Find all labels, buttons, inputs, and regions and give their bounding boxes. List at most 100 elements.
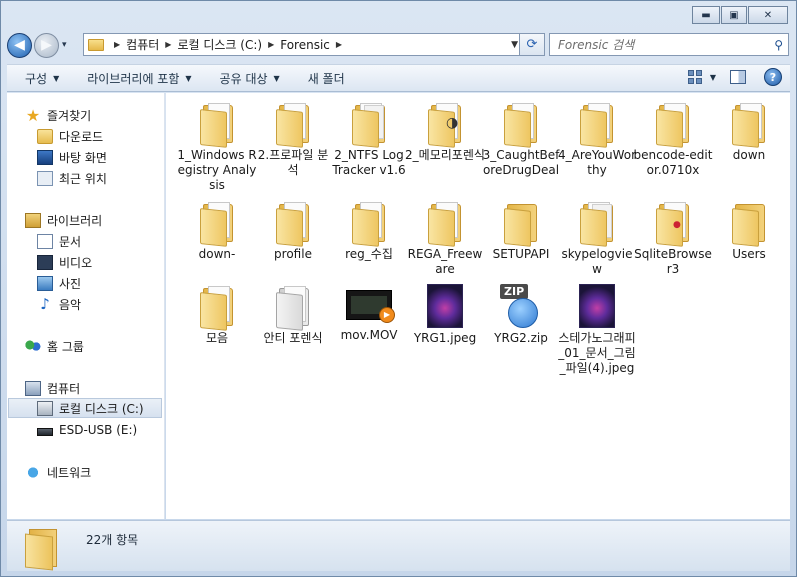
nav-network[interactable]: 네트워크 bbox=[25, 462, 91, 482]
organize-menu[interactable]: 구성 ▼ bbox=[7, 65, 69, 91]
nav-item-label: 최근 위치 bbox=[59, 171, 107, 186]
zip-badge: ZIP bbox=[500, 284, 529, 299]
address-bar[interactable]: ▶ 컴퓨터 ▶ 로컬 디스크 (C:) ▶ Forensic ▶ ▼ bbox=[83, 33, 523, 56]
nav-homegroup-label: 홈 그룹 bbox=[47, 339, 84, 354]
nav-item-downloads[interactable]: 다운로드 bbox=[37, 126, 103, 146]
item-label: 2_메모리포렌식 bbox=[405, 148, 485, 162]
usb-drive-icon bbox=[37, 427, 53, 436]
folder-item[interactable]: 1_Windows Registry Analysis bbox=[177, 101, 257, 193]
breadcrumb-forensic[interactable]: Forensic bbox=[280, 38, 330, 52]
folder-item[interactable]: bencode-editor.0710x bbox=[633, 101, 713, 178]
folder-icon bbox=[275, 101, 311, 148]
folder-item[interactable]: profile bbox=[253, 200, 333, 262]
file-item[interactable]: ▶ mov.MOV bbox=[329, 284, 409, 343]
nav-item-music[interactable]: ♪ 음악 bbox=[37, 294, 81, 314]
folder-item[interactable]: SETUPAPI bbox=[481, 200, 561, 262]
breadcrumb-computer[interactable]: 컴퓨터 bbox=[126, 36, 159, 53]
forward-arrow-icon: ▶ bbox=[41, 37, 52, 53]
folder-item[interactable]: down- bbox=[177, 200, 257, 262]
view-options-dropdown[interactable]: ▼ bbox=[710, 73, 716, 82]
nav-libraries-label: 라이브러리 bbox=[47, 213, 103, 228]
item-label: skypelogview bbox=[561, 247, 633, 276]
folder-item[interactable]: REGA_Freeware bbox=[405, 200, 485, 277]
folder-icon bbox=[503, 101, 539, 148]
file-list: 1_Windows Registry Analysis 2.프로파일 분석 2_… bbox=[166, 93, 790, 519]
nav-item-documents[interactable]: 문서 bbox=[37, 231, 81, 251]
nav-favorites[interactable]: ★ 즐겨찾기 bbox=[25, 105, 91, 125]
folder-icon bbox=[25, 527, 59, 571]
navigation-bar: ◀ ▶ ▾ ▶ 컴퓨터 ▶ 로컬 디스크 (C:) ▶ Forensic ▶ ▼… bbox=[7, 31, 789, 59]
folder-icon bbox=[579, 200, 615, 247]
breadcrumb-local-disk[interactable]: 로컬 디스크 (C:) bbox=[177, 36, 262, 53]
folder-item[interactable]: skypelogview bbox=[557, 200, 637, 277]
search-placeholder: Forensic 검색 bbox=[558, 38, 635, 52]
item-label: 2.프로파일 분석 bbox=[257, 148, 329, 177]
folder-item[interactable]: Users bbox=[709, 200, 789, 262]
nav-homegroup[interactable]: 홈 그룹 bbox=[25, 336, 84, 356]
breadcrumb-separator[interactable]: ▶ bbox=[268, 40, 274, 49]
folder-item[interactable]: ◑ 2_메모리포렌식 bbox=[405, 101, 485, 163]
image-file-icon bbox=[579, 284, 615, 328]
nav-computer[interactable]: 컴퓨터 bbox=[25, 378, 80, 398]
homegroup-icon bbox=[25, 338, 41, 354]
network-icon bbox=[25, 464, 41, 480]
item-label: bencode-editor.0710x bbox=[633, 148, 713, 177]
back-button[interactable]: ◀ bbox=[7, 32, 32, 58]
address-dropdown[interactable]: ▼ bbox=[511, 40, 518, 50]
folder-item[interactable]: 2.프로파일 분석 bbox=[253, 101, 333, 178]
new-folder-label: 새 폴더 bbox=[307, 71, 345, 86]
navigation-pane: ★ 즐겨찾기 다운로드 바탕 화면 최근 위치 라이브러리 문서 비디오 사진 ♪… bbox=[7, 93, 165, 519]
refresh-button[interactable]: ⟳ bbox=[519, 33, 545, 56]
nav-item-recent-places[interactable]: 최근 위치 bbox=[37, 168, 107, 188]
folder-item[interactable]: 2_NTFS Log Tracker v1.6 bbox=[329, 101, 409, 178]
file-item[interactable]: YRG1.jpeg bbox=[405, 284, 485, 346]
folder-item[interactable]: 모음 bbox=[177, 284, 257, 346]
change-view-icon[interactable] bbox=[687, 70, 702, 84]
breadcrumb-separator[interactable]: ▶ bbox=[165, 40, 171, 49]
folder-item[interactable]: 3_CaughtBeforeDrugDeal bbox=[481, 101, 561, 178]
folder-icon bbox=[275, 200, 311, 247]
item-label: REGA_Freeware bbox=[407, 247, 483, 276]
star-icon: ★ bbox=[25, 105, 41, 125]
new-folder-button[interactable]: 새 폴더 bbox=[290, 65, 355, 91]
include-in-library-menu[interactable]: 라이브러리에 포함 ▼ bbox=[69, 65, 201, 91]
nav-item-label: 바탕 화면 bbox=[59, 150, 107, 165]
help-label: ? bbox=[769, 70, 777, 84]
nav-item-pictures[interactable]: 사진 bbox=[37, 273, 81, 293]
folder-item[interactable]: down bbox=[709, 101, 789, 163]
nav-item-local-disk[interactable]: 로컬 디스크 (C:) bbox=[8, 398, 162, 418]
library-icon bbox=[25, 212, 41, 228]
file-item[interactable]: ZIP YRG2.zip bbox=[481, 284, 561, 346]
search-icon[interactable]: ⚲ bbox=[774, 38, 783, 52]
item-label: 1_Windows Registry Analysis bbox=[177, 148, 257, 192]
nav-item-label: 사진 bbox=[59, 276, 82, 291]
folder-item[interactable]: reg_수집 bbox=[329, 200, 409, 262]
item-count: 22개 항목 bbox=[86, 533, 139, 547]
folder-item[interactable]: 4_AreYouWorthy bbox=[557, 101, 637, 178]
item-label: 4_AreYouWorthy bbox=[557, 148, 637, 177]
search-input[interactable]: Forensic 검색 ⚲ bbox=[549, 33, 789, 56]
share-with-menu[interactable]: 공유 대상 ▼ bbox=[202, 65, 290, 91]
help-icon[interactable]: ? bbox=[764, 68, 782, 86]
item-label: Users bbox=[732, 247, 766, 261]
video-file-icon: ▶ bbox=[346, 290, 395, 323]
close-button[interactable]: ✕ bbox=[748, 6, 788, 24]
preview-pane-icon[interactable] bbox=[730, 70, 746, 84]
nav-item-usb-drive[interactable]: ESD-USB (E:) bbox=[37, 420, 137, 440]
file-item[interactable]: 스테가노그래피_01_문서_그림_파일(4).jpeg bbox=[557, 284, 637, 376]
minimize-button[interactable]: ▬ bbox=[692, 6, 720, 24]
nav-computer-label: 컴퓨터 bbox=[47, 381, 81, 396]
forward-button[interactable]: ▶ bbox=[34, 32, 59, 58]
nav-item-desktop[interactable]: 바탕 화면 bbox=[37, 147, 107, 167]
maximize-button[interactable]: ▣ bbox=[721, 6, 747, 24]
breadcrumb-separator[interactable]: ▶ bbox=[336, 40, 342, 49]
item-label: profile bbox=[274, 247, 312, 261]
item-label: YRG1.jpeg bbox=[413, 331, 477, 345]
breadcrumb-separator[interactable]: ▶ bbox=[114, 40, 120, 49]
nav-libraries[interactable]: 라이브러리 bbox=[25, 210, 102, 230]
recent-pages-dropdown[interactable]: ▾ bbox=[62, 40, 67, 50]
folder-item[interactable]: 안티 포렌식 bbox=[253, 284, 333, 346]
nav-item-videos[interactable]: 비디오 bbox=[37, 252, 92, 272]
folder-item[interactable]: ● SqliteBrowser3 bbox=[633, 200, 713, 277]
item-label: 모음 bbox=[205, 331, 229, 345]
